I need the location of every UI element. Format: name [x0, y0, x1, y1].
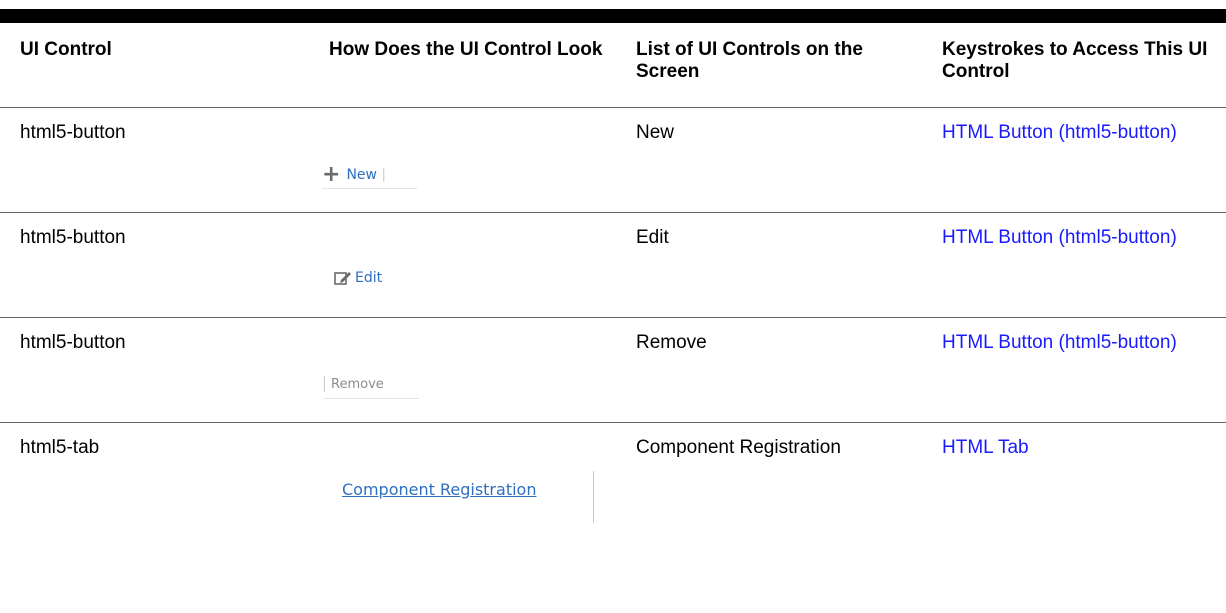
table-row: html5-button Edit Edit HTML Button (html…	[0, 213, 1226, 318]
edit-button-preview: Edit	[334, 270, 382, 286]
header-keystrokes: Keystrokes to Access This UI Control	[942, 39, 1208, 82]
new-button-label: New	[346, 167, 377, 183]
keystroke-link[interactable]: HTML Button (html5-button)	[942, 332, 1177, 353]
table-row: html5-button Remove Remove HTML Button (…	[0, 318, 1226, 423]
tab-divider	[593, 471, 594, 523]
remove-button-preview: Remove	[324, 376, 384, 392]
list-control-name: Component Registration	[636, 437, 841, 458]
header-how-look: How Does the UI Control Look	[329, 39, 603, 60]
separator-icon	[324, 376, 325, 392]
preview-underline	[322, 188, 417, 189]
table-row: html5-tab Component Registration Compone…	[0, 423, 1226, 527]
ui-controls-table: UI Control How Does the UI Control Look …	[0, 23, 1226, 527]
table-header-row: UI Control How Does the UI Control Look …	[0, 23, 1226, 108]
header-ui-control: UI Control	[20, 39, 112, 60]
remove-button-label: Remove	[331, 376, 384, 392]
keystroke-link[interactable]: HTML Tab	[942, 437, 1029, 458]
preview-underline	[324, 398, 419, 399]
ui-control-name: html5-tab	[20, 437, 100, 458]
list-control-name: Remove	[636, 332, 707, 353]
top-rule	[0, 9, 1226, 23]
keystroke-link[interactable]: HTML Button (html5-button)	[942, 227, 1177, 248]
header-list-controls: List of UI Controls on the Screen	[636, 39, 863, 82]
edit-icon	[334, 272, 351, 285]
component-registration-tab-preview: Component Registration	[342, 480, 537, 499]
separator-icon: ⎸	[382, 167, 397, 183]
ui-control-name: html5-button	[20, 332, 126, 353]
list-control-name: Edit	[636, 227, 669, 248]
keystroke-link[interactable]: HTML Button (html5-button)	[942, 122, 1177, 143]
edit-button-label: Edit	[355, 270, 383, 286]
plus-icon: +	[322, 162, 341, 187]
list-control-name: New	[636, 122, 675, 143]
new-button-preview: + New ⎸	[322, 162, 397, 187]
table-row: html5-button + New ⎸ New HTML Button (ht…	[0, 108, 1226, 213]
ui-control-name: html5-button	[20, 122, 126, 143]
ui-control-name: html5-button	[20, 227, 126, 248]
